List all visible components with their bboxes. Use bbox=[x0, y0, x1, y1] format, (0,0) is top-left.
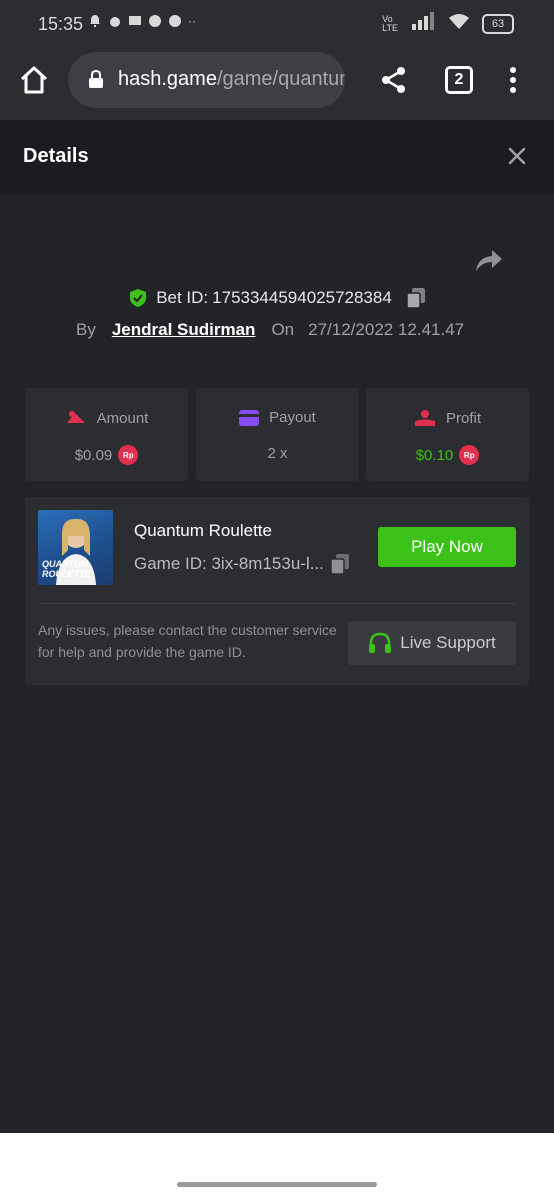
profit-hand-icon bbox=[414, 410, 435, 426]
live-support-label: Live Support bbox=[400, 633, 496, 652]
lock-icon bbox=[89, 69, 103, 88]
headset-icon bbox=[369, 632, 392, 653]
amount-label-row: Amount bbox=[25, 409, 188, 427]
payout-card: Payout 2 x bbox=[196, 388, 359, 481]
home-button[interactable] bbox=[18, 64, 50, 96]
status-time: 15:35 bbox=[38, 14, 84, 34]
details-title: Details bbox=[23, 145, 89, 167]
forward-arrow-icon bbox=[476, 250, 502, 271]
bet-date: 27/12/2022 12.41.47 bbox=[308, 320, 465, 339]
bet-id-value: 1753344594025728384 bbox=[212, 288, 392, 307]
payout-value: 2 x bbox=[267, 445, 288, 462]
on-label: On bbox=[271, 320, 295, 339]
copy-icon[interactable] bbox=[330, 553, 350, 575]
profit-card: Profit $0.10 Rp bbox=[366, 388, 529, 481]
profit-value-row: $0.10 Rp bbox=[366, 445, 529, 465]
game-card: QUANTUM ROULETTE Quantum Roulette Game I… bbox=[25, 497, 529, 685]
profit-value: $0.10 bbox=[415, 446, 454, 464]
amount-card: Amount $0.09 Rp bbox=[25, 388, 188, 481]
close-icon bbox=[508, 147, 526, 165]
verified-shield-icon bbox=[130, 289, 147, 307]
details-header: Details bbox=[0, 120, 554, 194]
amount-value-row: $0.09 Rp bbox=[25, 445, 188, 465]
url-text: hash.game/game/quantum bbox=[118, 68, 345, 91]
volte-icon: Vo LTE bbox=[382, 13, 398, 33]
payout-label-row: Payout bbox=[196, 409, 359, 426]
share-bet-button[interactable] bbox=[474, 248, 504, 274]
thumb-title-line1: QUANTUM bbox=[42, 559, 88, 569]
url-path: /game/quantum bbox=[216, 68, 345, 90]
tab-switcher-button[interactable]: 2 bbox=[445, 66, 473, 94]
facebook-icon bbox=[168, 14, 182, 28]
bet-id-label: Bet ID: bbox=[156, 288, 209, 307]
play-now-button[interactable]: Play Now bbox=[378, 527, 516, 567]
divider bbox=[38, 603, 516, 604]
share-button[interactable] bbox=[380, 66, 408, 94]
bell-off-icon bbox=[88, 14, 102, 28]
profit-label: Profit bbox=[445, 409, 481, 427]
system-nav-area bbox=[0, 1133, 554, 1200]
amount-value: $0.09 bbox=[74, 446, 113, 464]
bet-id-row: Bet ID: 1753344594025728384 bbox=[0, 287, 554, 313]
game-thumbnail[interactable]: QUANTUM ROULETTE bbox=[38, 510, 113, 585]
payout-label: Payout bbox=[269, 409, 316, 426]
share-icon bbox=[382, 67, 405, 93]
alarm-icon bbox=[108, 14, 122, 28]
support-help-text: Any issues, please contact the customer … bbox=[38, 622, 337, 660]
overflow-menu-button[interactable] bbox=[505, 66, 521, 94]
wifi-icon bbox=[448, 12, 470, 35]
home-icon bbox=[20, 66, 48, 94]
currency-badge: Rp bbox=[118, 445, 139, 465]
status-bar: 15:35 ·· Vo LTE 63 bbox=[0, 0, 554, 48]
game-id-row: Game ID: 3ix-8m153u-l... bbox=[134, 553, 350, 575]
game-id: Game ID: 3ix-8m153u-l... bbox=[134, 554, 324, 573]
profit-label-row: Profit bbox=[366, 409, 529, 427]
amount-icon bbox=[66, 411, 85, 423]
by-label: By bbox=[76, 320, 96, 339]
currency-badge: Rp bbox=[459, 445, 480, 465]
home-indicator[interactable] bbox=[177, 1182, 377, 1187]
system-icons: Vo LTE 63 bbox=[382, 12, 514, 35]
card-icon bbox=[239, 409, 260, 426]
message-icon bbox=[128, 14, 142, 28]
notification-icons: ·· bbox=[86, 14, 202, 28]
copy-icon[interactable] bbox=[406, 287, 426, 309]
address-bar[interactable]: hash.game/game/quantum bbox=[68, 52, 345, 108]
live-support-button[interactable]: Live Support bbox=[348, 621, 516, 665]
url-host: hash.game bbox=[118, 68, 217, 90]
bet-author-row: By Jendral Sudirman On 27/12/2022 12.41.… bbox=[76, 320, 464, 340]
battery-icon: 63 bbox=[482, 13, 514, 34]
signal-icon bbox=[410, 12, 436, 35]
game-name: Quantum Roulette bbox=[134, 521, 272, 540]
payout-value-row: 2 x bbox=[196, 445, 359, 462]
thumb-title-line2: ROULETTE bbox=[42, 569, 91, 579]
user-link[interactable]: Jendral Sudirman bbox=[112, 320, 256, 340]
facebook-icon bbox=[148, 14, 162, 28]
amount-label: Amount bbox=[96, 409, 149, 427]
more-notifications-icon: ·· bbox=[188, 14, 196, 28]
more-vert-icon bbox=[510, 67, 516, 93]
browser-toolbar: hash.game/game/quantum 2 bbox=[0, 48, 554, 120]
close-button[interactable] bbox=[505, 144, 529, 168]
